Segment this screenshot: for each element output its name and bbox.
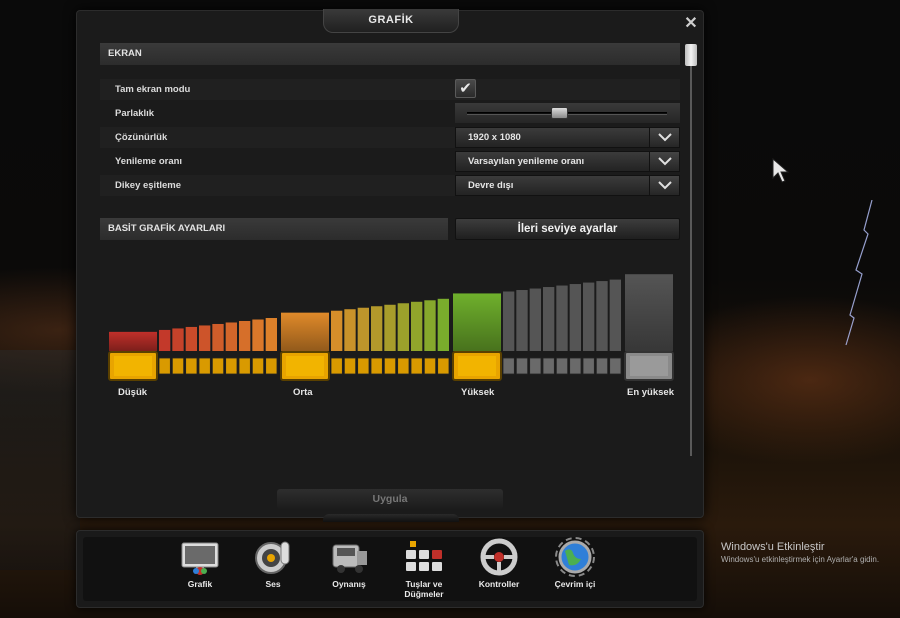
lightning-decoration bbox=[845, 200, 873, 346]
quality-step-rail[interactable] bbox=[211, 357, 225, 375]
quality-step-bar[interactable] bbox=[596, 281, 608, 351]
quality-step-bar[interactable] bbox=[411, 301, 423, 351]
apply-button[interactable]: Uygula bbox=[277, 489, 503, 509]
nav-gameplay[interactable]: Oynanış bbox=[317, 537, 381, 589]
nav-keys-label: Tuşlar ve Düğmeler bbox=[404, 579, 444, 599]
windows-activation-notice: Windows'u Etkinleştir Windows'u etkinleş… bbox=[721, 541, 879, 564]
quality-knob-inner bbox=[458, 356, 496, 376]
quality-step-bar[interactable] bbox=[371, 306, 383, 351]
quality-step-rail[interactable] bbox=[330, 357, 343, 375]
quality-step-bar[interactable] bbox=[239, 320, 251, 351]
nav-keys[interactable]: Tuşlar ve Düğmeler bbox=[392, 537, 456, 599]
quality-step-bar[interactable] bbox=[331, 310, 343, 351]
mouse-cursor-icon bbox=[772, 158, 790, 183]
quality-step-bar[interactable] bbox=[344, 309, 356, 351]
quality-step-bar[interactable] bbox=[583, 282, 595, 351]
quality-step-bar[interactable] bbox=[543, 287, 555, 351]
steering-wheel-icon bbox=[477, 537, 521, 577]
quality-step-bar[interactable] bbox=[212, 323, 224, 351]
quality-step-bar[interactable] bbox=[225, 322, 237, 351]
quality-step-rail[interactable] bbox=[383, 357, 397, 375]
monitor-icon bbox=[178, 537, 222, 577]
globe-icon bbox=[553, 537, 597, 577]
quality-step-bar[interactable] bbox=[424, 300, 436, 351]
nav-online-label: Çevrim içi bbox=[554, 579, 596, 589]
quality-step-rail[interactable] bbox=[582, 357, 595, 375]
quality-knob-inner bbox=[630, 356, 668, 376]
quality-step-bar[interactable] bbox=[199, 325, 211, 351]
quality-step-rail[interactable] bbox=[595, 357, 609, 375]
quality-step-bar[interactable] bbox=[172, 328, 184, 351]
quality-rails bbox=[158, 357, 622, 375]
scrollbar-thumb[interactable] bbox=[685, 44, 697, 66]
quality-step-bar[interactable] bbox=[569, 284, 581, 351]
settings-category-bar: Grafik Ses Oynanış Tuşlar ve Düğmeler Ko… bbox=[76, 530, 704, 608]
quality-step-bar[interactable] bbox=[437, 298, 449, 351]
scrollbar-track[interactable] bbox=[690, 44, 692, 456]
quality-step-rail[interactable] bbox=[502, 357, 515, 375]
quality-step-bar[interactable] bbox=[529, 288, 541, 351]
quality-step-bar[interactable] bbox=[397, 303, 409, 351]
quality-step-bar[interactable] bbox=[556, 285, 568, 351]
activation-subtitle: Windows'u etkinleştirmek için Ayarlar'a … bbox=[721, 555, 880, 564]
quality-step-rail[interactable] bbox=[238, 357, 251, 375]
nav-gameplay-label: Oynanış bbox=[332, 579, 366, 589]
quality-level-block[interactable] bbox=[453, 293, 501, 351]
quality-level-block[interactable] bbox=[109, 331, 157, 351]
quality-bars bbox=[109, 274, 673, 351]
quality-step-rail[interactable] bbox=[158, 357, 171, 375]
quality-knob-inner bbox=[286, 356, 324, 376]
quality-step-rail[interactable] bbox=[542, 357, 555, 375]
quality-step-bar[interactable] bbox=[252, 319, 264, 352]
quality-level-block[interactable] bbox=[625, 274, 673, 351]
quality-step-rail[interactable] bbox=[198, 357, 211, 375]
graphics-settings-dialog: GRAFİK ✕ EKRAN Tam ekran modu ✔ Parlaklı… bbox=[76, 9, 705, 522]
quality-step-rail[interactable] bbox=[423, 357, 437, 375]
quality-step-rail[interactable] bbox=[225, 357, 238, 375]
quality-step-rail[interactable] bbox=[569, 357, 582, 375]
quality-step-bar[interactable] bbox=[516, 290, 528, 351]
quality-step-bar[interactable] bbox=[503, 291, 515, 352]
quality-step-rail[interactable] bbox=[343, 357, 357, 375]
quality-step-rail[interactable] bbox=[410, 357, 423, 375]
speaker-icon bbox=[251, 537, 295, 577]
quality-step-rail[interactable] bbox=[265, 357, 278, 375]
level-label-medium[interactable]: Orta bbox=[293, 387, 313, 398]
quality-step-rail[interactable] bbox=[357, 357, 370, 375]
nav-sound-label: Ses bbox=[265, 579, 281, 589]
quality-step-rail[interactable] bbox=[529, 357, 542, 375]
quality-step-bar[interactable] bbox=[357, 307, 369, 351]
quality-step-rail[interactable] bbox=[171, 357, 185, 375]
dialog-bottom-notch bbox=[323, 514, 459, 522]
activation-title: Windows'u Etkinleştir bbox=[721, 541, 825, 553]
nav-controls[interactable]: Kontroller bbox=[467, 537, 531, 589]
nav-online[interactable]: Çevrim içi bbox=[543, 537, 607, 589]
quality-step-rail[interactable] bbox=[185, 357, 198, 375]
nav-sound[interactable]: Ses bbox=[241, 537, 305, 589]
level-label-ultra[interactable]: En yüksek bbox=[627, 387, 674, 398]
quality-step-rail[interactable] bbox=[609, 357, 622, 375]
quality-preset-slider[interactable] bbox=[77, 11, 705, 411]
quality-step-rail[interactable] bbox=[397, 357, 410, 375]
quality-step-bar[interactable] bbox=[265, 318, 277, 351]
quality-step-rail[interactable] bbox=[437, 357, 450, 375]
quality-step-bar[interactable] bbox=[185, 326, 197, 351]
quality-step-bar[interactable] bbox=[609, 279, 621, 351]
quality-step-bar[interactable] bbox=[384, 304, 396, 351]
quality-step-rail[interactable] bbox=[515, 357, 529, 375]
quality-knob-inner bbox=[114, 356, 152, 376]
level-label-high[interactable]: Yüksek bbox=[461, 387, 494, 398]
keyboard-icon bbox=[402, 537, 446, 577]
nav-graphics-label: Grafik bbox=[187, 579, 213, 589]
nav-controls-label: Kontroller bbox=[478, 579, 520, 589]
quality-step-rail[interactable] bbox=[555, 357, 569, 375]
truck-icon bbox=[327, 537, 371, 577]
level-label-low[interactable]: Düşük bbox=[118, 387, 147, 398]
quality-level-block[interactable] bbox=[281, 312, 329, 351]
quality-step-rail[interactable] bbox=[370, 357, 383, 375]
truck-silhouette bbox=[0, 350, 80, 570]
quality-step-rail[interactable] bbox=[251, 357, 265, 375]
nav-graphics[interactable]: Grafik bbox=[168, 537, 232, 589]
quality-step-bar[interactable] bbox=[159, 329, 171, 351]
